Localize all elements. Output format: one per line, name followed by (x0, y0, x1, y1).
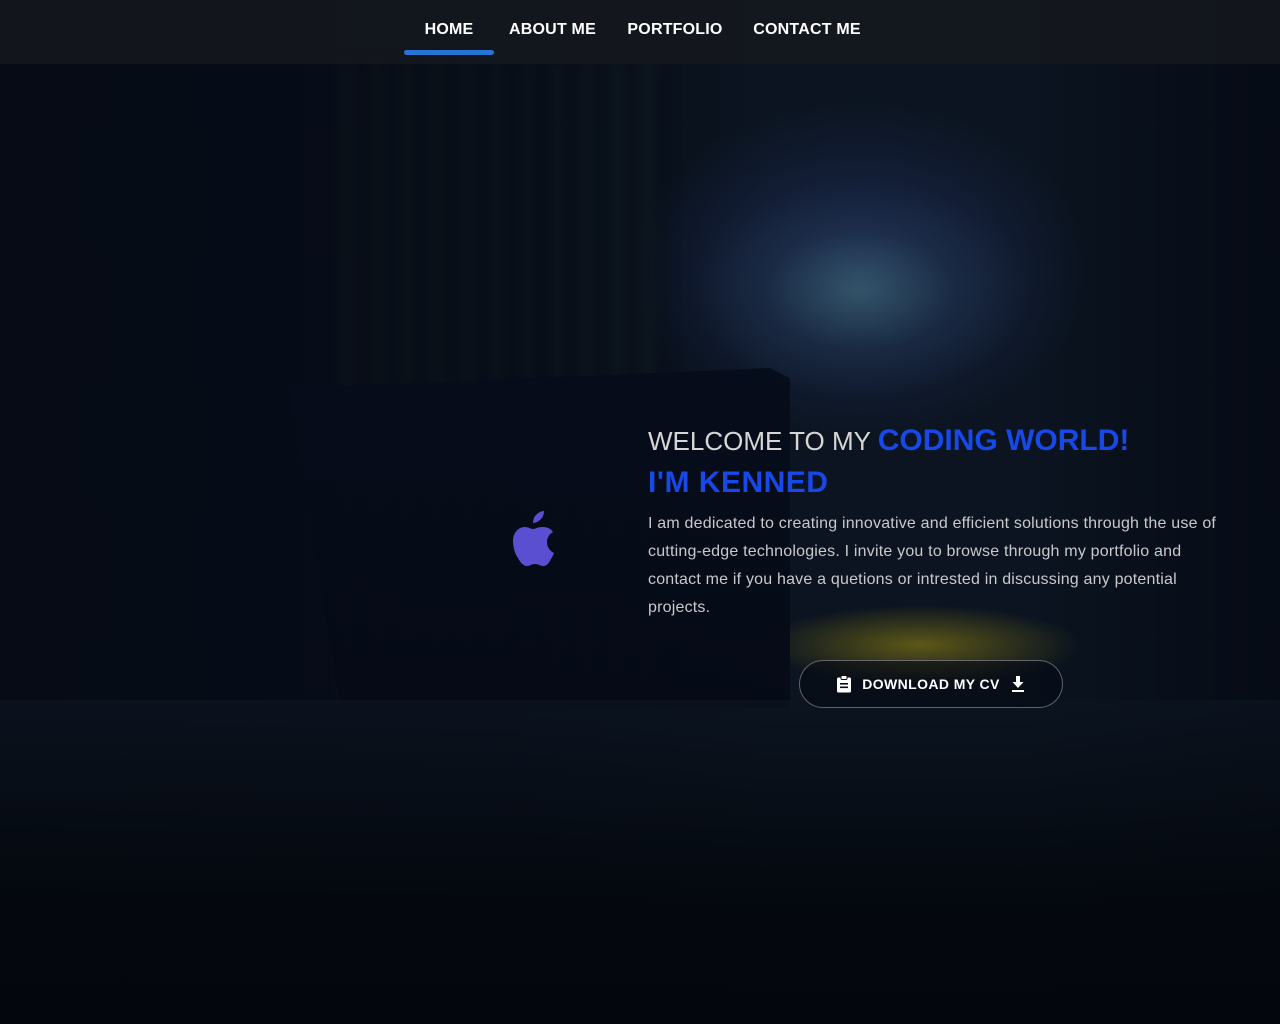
intro-paragraph: I am dedicated to creating innovative an… (648, 515, 1217, 616)
download-cv-label: DOWNLOAD MY CV (862, 676, 1000, 692)
name-heading: I'M KENNED (648, 466, 829, 499)
background-desk (0, 700, 1280, 1024)
welcome-prefix: WELCOME TO MY (648, 426, 871, 456)
nav-item-portfolio[interactable]: PORTFOLIO (620, 0, 730, 64)
welcome-accent: CODING WORLD! (877, 424, 1130, 457)
hero-section: HOME ABOUT ME PORTFOLIO CONTACT ME WELCO… (0, 0, 1280, 1024)
apple-logo-icon (513, 511, 554, 566)
clipboard-icon (837, 675, 852, 693)
download-cv-button[interactable]: DOWNLOAD MY CV (799, 660, 1063, 708)
top-navbar: HOME ABOUT ME PORTFOLIO CONTACT ME (0, 0, 1280, 64)
nav-item-about-me[interactable]: ABOUT ME (505, 0, 600, 64)
hero-text: WELCOME TO MY CODING WORLD! I'M KENNED I… (648, 424, 1248, 622)
nav-item-contact-me[interactable]: CONTACT ME (748, 0, 866, 64)
welcome-heading: WELCOME TO MY CODING WORLD! (648, 424, 1248, 458)
download-icon (1011, 676, 1024, 692)
nav-active-indicator (404, 50, 494, 55)
